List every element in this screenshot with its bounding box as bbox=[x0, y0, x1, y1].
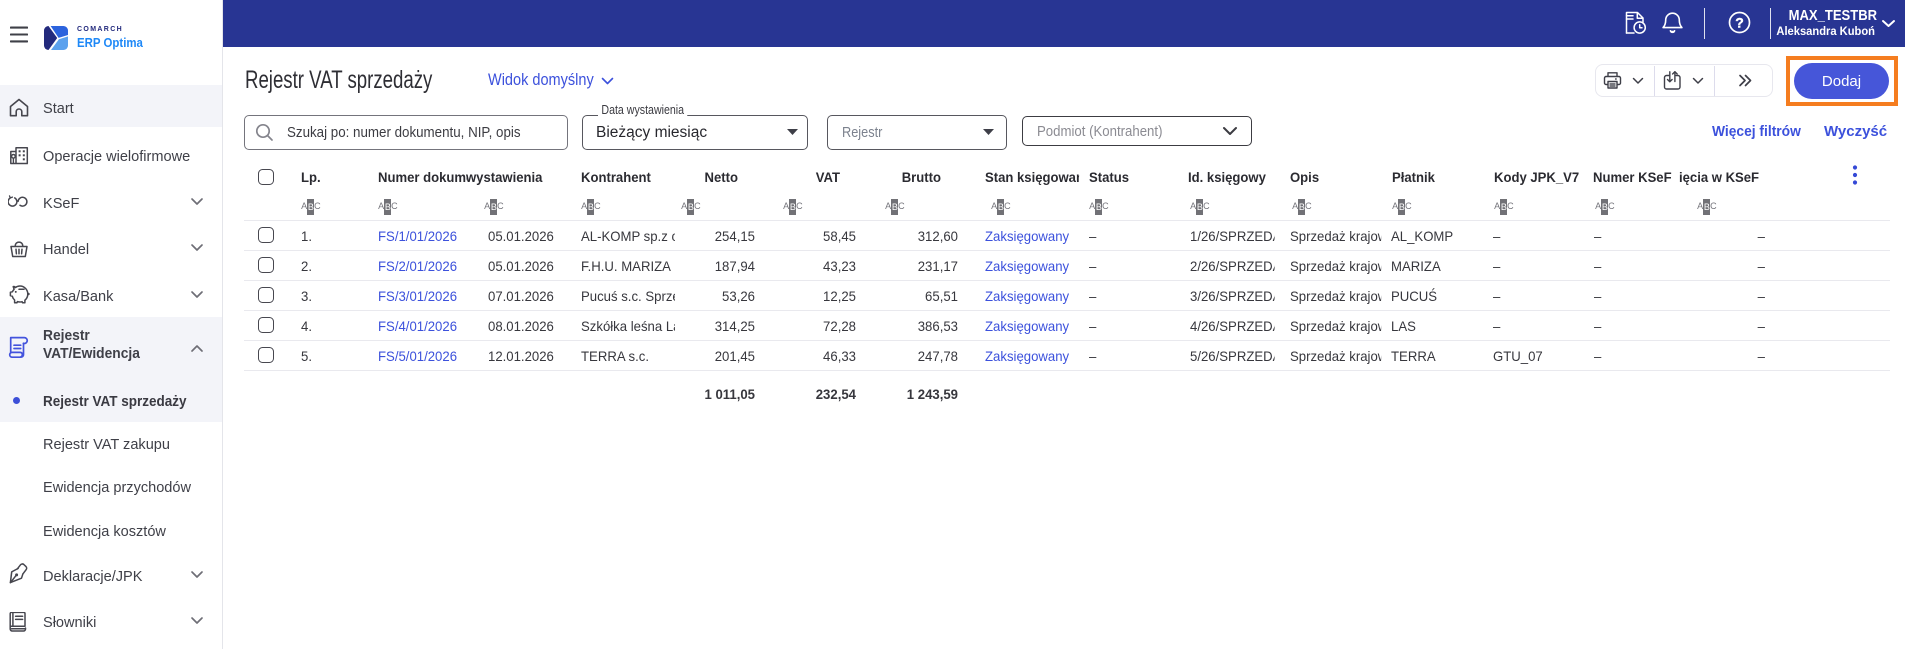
svg-text:?: ? bbox=[1735, 14, 1744, 30]
